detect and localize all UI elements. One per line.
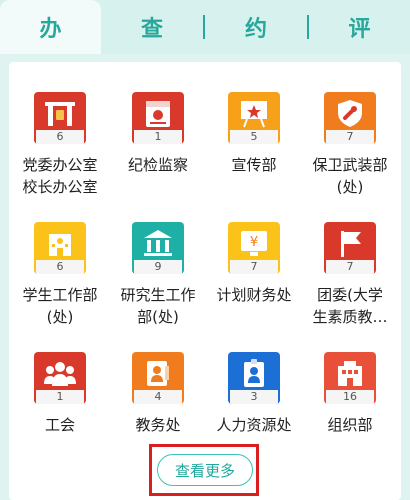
item-label: 党委办公室 校长办公室 xyxy=(22,156,98,196)
grid-item-academic-affairs[interactable]: 4 教务处 xyxy=(110,352,206,436)
item-count: 1 xyxy=(134,130,182,144)
active-tab-indicator xyxy=(9,46,92,49)
item-count: 1 xyxy=(36,390,84,404)
grid-item-party-office[interactable]: 6 党委办公室 校长办公室 xyxy=(12,92,108,198)
star-board-icon: 5 xyxy=(228,92,280,144)
document-person-icon: 4 xyxy=(132,352,184,404)
item-count: 7 xyxy=(326,130,374,144)
top-tab-bar: 办 查 约 评 xyxy=(0,0,410,54)
item-count: 9 xyxy=(134,260,182,274)
gate-icon: 6 xyxy=(34,92,86,144)
grid-item-discipline[interactable]: 1 纪检监察 xyxy=(110,92,206,176)
badge-icon: 3 xyxy=(228,352,280,404)
institution-icon: 9 xyxy=(132,222,184,274)
item-count: 4 xyxy=(134,390,182,404)
item-label: 人力资源处 xyxy=(216,416,292,434)
grid-item-security[interactable]: 7 保卫武装部 (处) xyxy=(302,92,398,198)
item-count: 5 xyxy=(230,130,278,144)
flag-icon: 7 xyxy=(324,222,376,274)
item-count: 7 xyxy=(230,260,278,274)
item-label: 教务处 xyxy=(135,416,181,434)
party-calendar-icon: 1 xyxy=(132,92,184,144)
item-label: 宣传部 xyxy=(231,156,277,174)
grid-item-finance[interactable]: ¥ 7 计划财务处 xyxy=(206,222,302,306)
grid-item-union[interactable]: 1 工会 xyxy=(12,352,108,436)
shield-wrench-icon: 7 xyxy=(324,92,376,144)
item-label: 学生工作部 (处) xyxy=(22,286,98,326)
tab-ping[interactable]: 评 xyxy=(309,0,410,54)
item-label: 工会 xyxy=(44,416,75,434)
grid-item-hr[interactable]: 3 人力资源处 xyxy=(206,352,302,436)
yuan-screen-icon: ¥ 7 xyxy=(228,222,280,274)
item-label: 团委(大学 生素质教… xyxy=(312,286,388,326)
tab-yue[interactable]: 约 xyxy=(205,0,307,54)
highlight-box xyxy=(149,444,259,496)
item-label: 纪检监察 xyxy=(127,156,188,174)
people-icon: 1 xyxy=(34,352,86,404)
item-count: 6 xyxy=(36,260,84,274)
building-icon: 16 xyxy=(324,352,376,404)
item-label: 研究生工作 部(处) xyxy=(120,286,196,326)
svg-text:¥: ¥ xyxy=(250,235,258,250)
school-icon: 6 xyxy=(34,222,86,274)
item-count: 7 xyxy=(326,260,374,274)
grid-item-publicity[interactable]: 5 宣传部 xyxy=(206,92,302,176)
grid-item-student-affairs[interactable]: 6 学生工作部 (处) xyxy=(12,222,108,328)
item-count: 16 xyxy=(326,390,374,404)
item-label: 组织部 xyxy=(327,416,373,434)
item-count: 3 xyxy=(230,390,278,404)
grid-item-graduate[interactable]: 9 研究生工作 部(处) xyxy=(110,222,206,328)
item-count: 6 xyxy=(36,130,84,144)
item-label: 计划财务处 xyxy=(216,286,292,304)
tab-cha[interactable]: 查 xyxy=(101,0,203,54)
item-label: 保卫武装部 (处) xyxy=(312,156,388,196)
grid-item-organization[interactable]: 16 组织部 xyxy=(302,352,398,436)
grid-item-youth-league[interactable]: 7 团委(大学 生素质教… xyxy=(302,222,398,328)
